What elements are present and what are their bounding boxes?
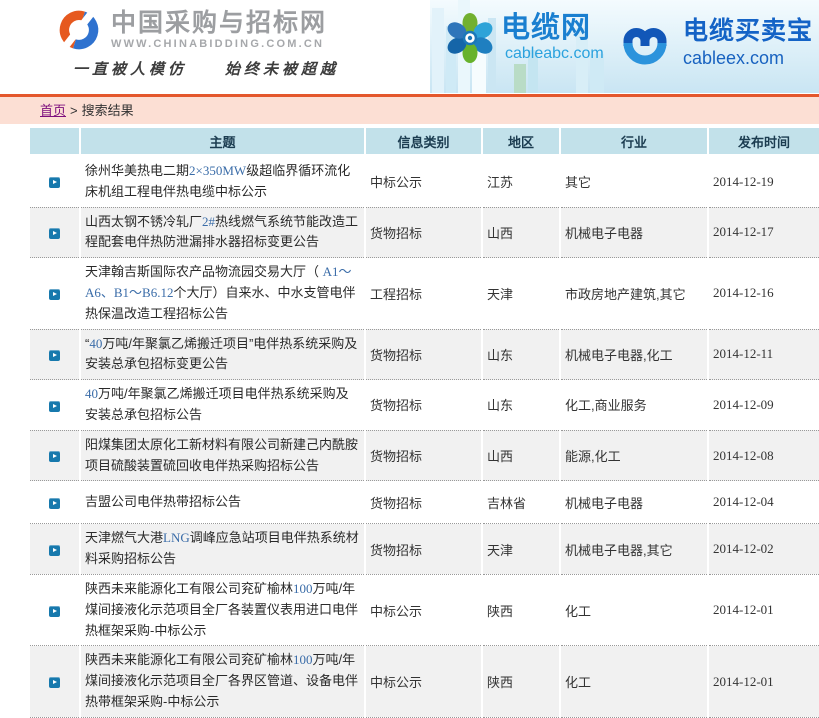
play-icon [49,545,60,556]
industry: 机械电子电器,其它 [560,524,708,575]
cableabc-name: 电缆网 [501,13,604,44]
play-icon [49,177,60,188]
industry: 其它 [560,156,708,208]
table-row: 吉盟公司电伴热带招标公告 货物招标吉林省机械电子电器2014-12-04 [30,481,819,524]
table-header-row: 主题信息类别地区行业发布时间 [30,128,819,156]
info-category: 货物招标 [365,524,482,575]
search-results: 主题信息类别地区行业发布时间 徐州华美热电二期2×350MW级超临界循环流化床机… [30,128,819,718]
column-header-date: 发布时间 [708,128,819,156]
chinabidding-swirl-icon [55,10,103,52]
region: 天津 [482,258,560,329]
table-row: 天津翰吉斯国际农产品物流园交易大厅（ A1～A6、B1～B6.12个大厅）自来水… [30,258,819,329]
ad-banner: 电缆网 cableabc.com 电缆买卖宝 cableex.com [430,0,819,93]
region: 陕西 [482,574,560,645]
publish-date: 2014-12-09 [708,380,819,431]
industry: 化工 [560,574,708,645]
result-title-link[interactable]: “40万吨/年聚氯乙烯搬迁项目”电伴热系统采购及安装总承包招标变更公告 [85,336,357,372]
result-title-link[interactable]: 陕西未来能源化工有限公司兖矿榆林100万吨/年煤间接液化示范项目全厂各装置仪表用… [85,581,358,638]
info-category: 货物招标 [365,329,482,380]
industry: 化工 [560,646,708,717]
result-title-link[interactable]: 40万吨/年聚氯乙烯搬迁项目电伴热系统采购及安装总承包招标公告 [85,386,349,422]
publish-date: 2014-12-02 [708,524,819,575]
page-header: 中国采购与招标网 WWW.CHINABIDDING.COM.CN 一直被人模仿 … [0,0,819,94]
info-category: 工程招标 [365,258,482,329]
table-row: 阳煤集团太原化工新材料有限公司新建己内酰胺项目硫酸装置硫回收电伴热采购招标公告货… [30,430,819,481]
cableex-domain: cableex.com [683,48,813,69]
industry: 机械电子电器 [560,481,708,524]
play-icon [49,677,60,688]
region: 江苏 [482,156,560,208]
results-table: 主题信息类别地区行业发布时间 徐州华美热电二期2×350MW级超临界循环流化床机… [30,128,819,718]
table-row: 陕西未来能源化工有限公司兖矿榆林100万吨/年煤间接液化示范项目全厂各界区管道、… [30,646,819,717]
publish-date: 2014-12-11 [708,329,819,380]
industry: 能源,化工 [560,430,708,481]
cableex-m-icon [616,19,678,69]
info-category: 中标公示 [365,156,482,208]
region: 山西 [482,430,560,481]
cableabc-ad-link[interactable]: 电缆网 cableabc.com [444,12,604,64]
region: 天津 [482,524,560,575]
result-title-link[interactable]: 山西太钢不锈冷轧厂2#热线燃气系统节能改造工程配套电伴热防泄漏排水器招标变更公告 [85,214,358,250]
info-category: 货物招标 [365,207,482,258]
info-category: 货物招标 [365,380,482,431]
play-icon [49,401,60,412]
column-header-industry: 行业 [560,128,708,156]
industry: 机械电子电器 [560,207,708,258]
column-header-icon [30,128,80,156]
table-row: 天津燃气大港LNG调峰应急站项目电伴热系统材料采购招标公告货物招标天津机械电子电… [30,524,819,575]
table-row: 40万吨/年聚氯乙烯搬迁项目电伴热系统采购及安装总承包招标公告货物招标山东化工,… [30,380,819,431]
publish-date: 2014-12-01 [708,574,819,645]
column-header-category: 信息类别 [365,128,482,156]
play-icon [49,228,60,239]
cableex-name: 电缆买卖宝 [683,18,813,45]
table-row: “40万吨/年聚氯乙烯搬迁项目”电伴热系统采购及安装总承包招标变更公告货物招标山… [30,329,819,380]
breadcrumb-separator: > [70,103,78,118]
industry: 市政房地产建筑,其它 [560,258,708,329]
breadcrumb-home-link[interactable]: 首页 [40,103,66,118]
industry: 机械电子电器,化工 [560,329,708,380]
play-icon [49,451,60,462]
cableabc-domain: cableabc.com [505,45,604,63]
column-header-subject: 主题 [80,128,365,156]
cableex-ad-link[interactable]: 电缆买卖宝 cableex.com [616,18,813,69]
play-icon [49,498,60,509]
result-title-link[interactable]: 阳煤集团太原化工新材料有限公司新建己内酰胺项目硫酸装置硫回收电伴热采购招标公告 [85,437,358,473]
publish-date: 2014-12-19 [708,156,819,208]
region: 山西 [482,207,560,258]
site-tagline: 一直被人模仿 始终未被超越 [73,58,339,79]
result-title-link[interactable]: 天津翰吉斯国际农产品物流园交易大厅（ A1～A6、B1～B6.12个大厅）自来水… [85,264,356,321]
info-category: 中标公示 [365,646,482,717]
publish-date: 2014-12-16 [708,258,819,329]
site-name: 中国采购与招标网 [111,10,327,36]
region: 陕西 [482,646,560,717]
site-url: WWW.CHINABIDDING.COM.CN [111,38,327,50]
result-title-link[interactable]: 陕西未来能源化工有限公司兖矿榆林100万吨/年煤间接液化示范项目全厂各界区管道、… [85,652,358,709]
breadcrumb: 首页 > 搜索结果 [0,94,819,124]
column-header-region: 地区 [482,128,560,156]
result-title-link[interactable]: 徐州华美热电二期2×350MW级超临界循环流化床机组工程电伴热电缆中标公示 [85,163,350,199]
publish-date: 2014-12-01 [708,646,819,717]
table-row: 徐州华美热电二期2×350MW级超临界循环流化床机组工程电伴热电缆中标公示中标公… [30,156,819,208]
result-title-link[interactable]: 吉盟公司电伴热带招标公告 [85,494,241,509]
publish-date: 2014-12-17 [708,207,819,258]
publish-date: 2014-12-04 [708,481,819,524]
breadcrumb-current: 搜索结果 [82,103,134,118]
cableabc-flower-icon [444,12,496,64]
info-category: 货物招标 [365,430,482,481]
play-icon [49,606,60,617]
publish-date: 2014-12-08 [708,430,819,481]
chinabidding-logo[interactable]: 中国采购与招标网 WWW.CHINABIDDING.COM.CN 一直被人模仿 … [55,10,339,79]
info-category: 货物招标 [365,481,482,524]
play-icon [49,289,60,300]
table-row: 陕西未来能源化工有限公司兖矿榆林100万吨/年煤间接液化示范项目全厂各装置仪表用… [30,574,819,645]
info-category: 中标公示 [365,574,482,645]
region: 山东 [482,380,560,431]
region: 山东 [482,329,560,380]
result-title-link[interactable]: 天津燃气大港LNG调峰应急站项目电伴热系统材料采购招标公告 [85,530,359,566]
industry: 化工,商业服务 [560,380,708,431]
play-icon [49,350,60,361]
region: 吉林省 [482,481,560,524]
table-row: 山西太钢不锈冷轧厂2#热线燃气系统节能改造工程配套电伴热防泄漏排水器招标变更公告… [30,207,819,258]
